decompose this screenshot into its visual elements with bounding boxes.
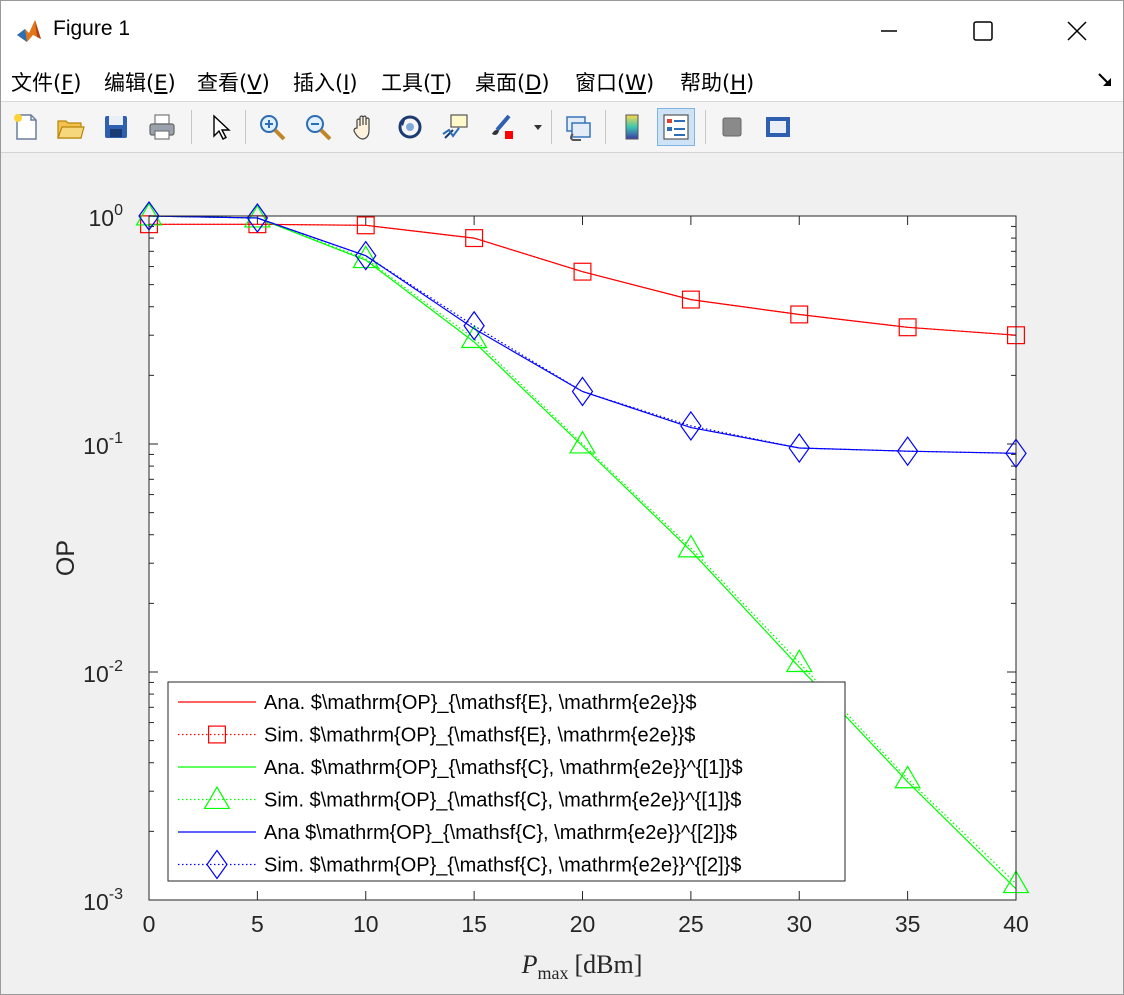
data-cursor-icon	[442, 114, 468, 139]
x-tick-label: 15	[461, 911, 487, 937]
menu-tools[interactable]: 工具(T)	[381, 67, 452, 97]
dock-arrow-icon[interactable]	[1097, 71, 1113, 87]
maximize-icon	[973, 21, 993, 41]
plot-svg: 100 10-1 10-2 10-3 0 5 10 15 20 25 30 35 40 OP Pmax…	[52, 200, 1030, 983]
legend-label: Sim. $\mathrm{OP}_{\mathsf{C}, \mathrm{e…	[264, 790, 741, 812]
link-plot-icon	[566, 116, 591, 141]
toolbar	[1, 102, 1123, 153]
y-tick-labels: 100 10-1 10-2 10-3	[83, 202, 123, 915]
open-file-button[interactable]	[51, 108, 89, 146]
insert-colorbar-button[interactable]	[613, 108, 651, 146]
x-tick-label: 20	[570, 911, 596, 937]
x-tick-labels: 0 5 10 15 20 25 30 35 40	[143, 911, 1029, 937]
x-tick-label: 35	[895, 911, 921, 937]
insert-colorbar-icon	[625, 114, 639, 140]
maximize-button[interactable]	[937, 1, 1029, 61]
open-file-icon	[57, 120, 85, 139]
y-tick-label: 10-1	[83, 430, 123, 459]
save-icon	[105, 116, 127, 138]
y-tick-label: 100	[89, 202, 124, 231]
zoom-in-button[interactable]	[253, 108, 291, 146]
legend-label: Ana. $\mathrm{OP}_{\mathsf{C}, \mathrm{e…	[264, 757, 743, 779]
zoom-out-icon	[306, 115, 332, 141]
y-tick-label: 10-3	[83, 886, 123, 915]
figure-canvas: 100 10-1 10-2 10-3 0 5 10 15 20 25 30 35 40 OP Pmax…	[1, 153, 1123, 994]
x-tick-label: 5	[251, 911, 264, 937]
zoom-in-icon	[260, 115, 286, 141]
x-axis-label: Pmax [dBm]	[521, 950, 643, 983]
rotate-3d-button[interactable]	[391, 108, 429, 146]
edit-plot-button[interactable]	[201, 108, 239, 146]
toolbar-separator	[191, 110, 192, 144]
insert-legend-icon	[663, 114, 689, 140]
brush-dropdown-icon	[534, 125, 542, 130]
x-tick-label: 10	[353, 911, 379, 937]
pan-hand-icon	[353, 115, 370, 140]
minimize-button[interactable]	[843, 1, 935, 61]
menu-insert[interactable]: 插入(I)	[293, 67, 358, 97]
minimize-icon	[881, 30, 897, 32]
menu-bar: 文件(F) 编辑(E) 查看(V) 插入(I) 工具(T) 桌面(D) 窗口(W…	[1, 61, 1123, 102]
title-bar[interactable]: Figure 1	[1, 1, 1123, 61]
menu-edit[interactable]: 编辑(E)	[104, 67, 176, 97]
menu-help[interactable]: 帮助(H)	[680, 67, 754, 97]
y-tick-label: 10-2	[83, 658, 123, 687]
toolbar-separator	[245, 110, 246, 144]
brush-icon	[492, 114, 513, 139]
new-figure-icon	[14, 114, 37, 140]
legend-label: Sim. $\mathrm{OP}_{\mathsf{C}, \mathrm{e…	[264, 855, 741, 877]
legend-label: Ana. $\mathrm{OP}_{\mathsf{E}, \mathrm{e…	[264, 692, 696, 714]
toolbar-separator	[551, 110, 552, 144]
menu-window[interactable]: 窗口(W)	[575, 67, 654, 97]
edit-plot-arrow-icon	[213, 114, 231, 140]
matlab-logo-icon	[15, 17, 43, 45]
brush-button[interactable]	[483, 108, 521, 146]
window-title: Figure 1	[53, 17, 131, 40]
x-tick-label: 40	[1003, 911, 1029, 937]
save-button[interactable]	[97, 108, 135, 146]
new-figure-button[interactable]	[7, 108, 45, 146]
toolbar-separator	[605, 110, 606, 144]
pan-button[interactable]	[345, 108, 383, 146]
x-tick-label: 0	[143, 911, 156, 937]
toolbar-separator	[705, 110, 706, 144]
legend-label: Ana $\mathrm{OP}_{\mathsf{C}, \mathrm{e2…	[264, 822, 737, 844]
show-plot-tools-button[interactable]	[759, 108, 797, 146]
menu-view[interactable]: 查看(V)	[197, 67, 270, 97]
menu-desktop[interactable]: 桌面(D)	[475, 67, 550, 97]
close-button[interactable]	[1031, 1, 1123, 61]
print-icon	[149, 114, 175, 140]
menu-file[interactable]: 文件(F)	[11, 67, 82, 97]
x-tick-label: 30	[786, 911, 812, 937]
figure-window: Figure 1 文件(F) 编辑(E) 查看(V) 插入(I) 工具(T) 桌…	[0, 0, 1124, 995]
x-tick-label: 25	[678, 911, 704, 937]
link-plot-button[interactable]	[559, 108, 597, 146]
hide-plot-tools-icon	[722, 117, 742, 137]
legend[interactable]: Ana. $\mathrm{OP}_{\mathsf{E}, \mathrm{e…	[167, 681, 846, 882]
show-plot-tools-icon	[766, 117, 790, 137]
legend-label: Sim. $\mathrm{OP}_{\mathsf{E}, \mathrm{e…	[264, 725, 695, 747]
zoom-out-button[interactable]	[299, 108, 337, 146]
insert-legend-button[interactable]	[657, 108, 695, 146]
brush-dropdown-button[interactable]	[529, 108, 547, 146]
y-axis-label: OP	[52, 540, 80, 576]
rotate-3d-icon	[398, 115, 422, 139]
hide-plot-tools-button[interactable]	[713, 108, 751, 146]
data-cursor-button[interactable]	[437, 108, 475, 146]
print-button[interactable]	[143, 108, 181, 146]
close-icon	[1067, 21, 1087, 41]
